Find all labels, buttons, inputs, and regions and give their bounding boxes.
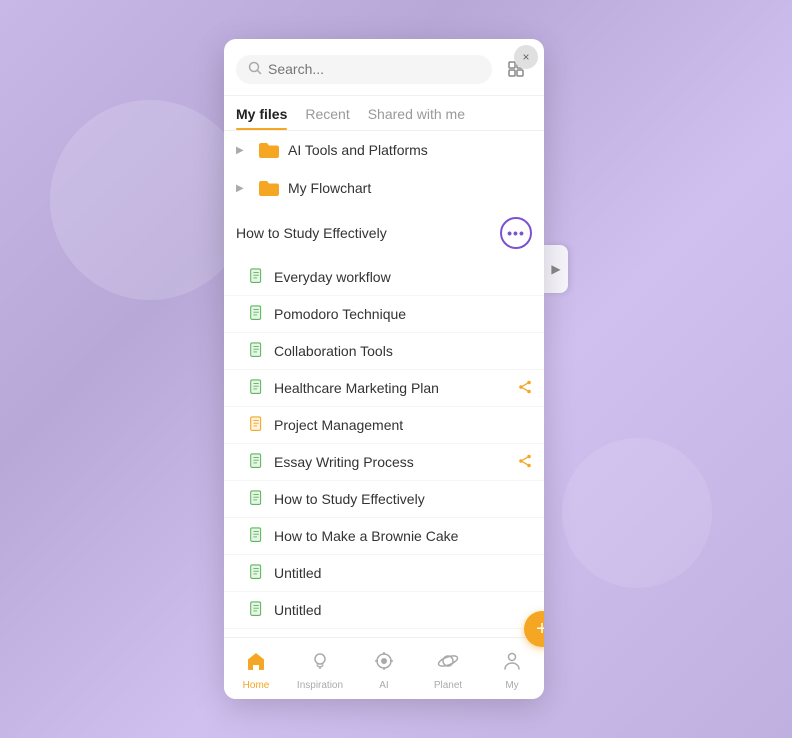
share-icon-6 <box>518 454 532 471</box>
file-item-4[interactable]: Healthcare Marketing Plan <box>224 370 544 407</box>
folder-item-my-flowchart[interactable]: ▶ My Flowchart <box>224 169 544 207</box>
file-item-10[interactable]: Untitled <box>224 592 544 629</box>
folder-name-my-flowchart: My Flowchart <box>288 180 532 196</box>
file-icon-9 <box>248 564 266 582</box>
nav-label-my: My <box>505 680 518 691</box>
chevron-right-side-icon: ▶ <box>551 262 560 276</box>
file-icon <box>248 268 266 286</box>
panel-wrapper: × <box>224 39 568 699</box>
nav-label-inspiration: Inspiration <box>297 680 343 691</box>
file-name-5: Project Management <box>274 417 532 433</box>
close-button[interactable]: × <box>514 45 538 69</box>
tabs-bar: My files Recent Shared with me <box>224 96 544 131</box>
file-name-8: How to Make a Brownie Cake <box>274 528 532 544</box>
file-icon-10 <box>248 601 266 619</box>
file-item-6[interactable]: Essay Writing Process <box>224 444 544 481</box>
close-icon: × <box>522 50 529 64</box>
file-name-7: How to Study Effectively <box>274 491 532 507</box>
bottom-nav: Home Inspiration <box>224 637 544 699</box>
inspiration-icon <box>309 650 331 678</box>
nav-item-home[interactable]: Home <box>224 646 288 695</box>
file-icon-4 <box>248 379 266 397</box>
file-item-7[interactable]: How to Study Effectively <box>224 481 544 518</box>
nav-label-planet: Planet <box>434 680 462 691</box>
folder-item-ai-tools[interactable]: ▶ AI Tools and Platforms <box>224 131 544 169</box>
section-header-study[interactable]: How to Study Effectively ••• <box>224 207 544 259</box>
nav-label-home: Home <box>243 680 270 691</box>
file-item-2[interactable]: Pomodoro Technique <box>224 296 544 333</box>
plus-icon: + <box>536 618 544 641</box>
search-bar <box>224 39 544 96</box>
file-icon-7 <box>248 490 266 508</box>
file-name-9: Untitled <box>274 565 532 581</box>
file-item-8[interactable]: How to Make a Brownie Cake <box>224 518 544 555</box>
file-name-3: Collaboration Tools <box>274 343 532 359</box>
file-icon-3 <box>248 342 266 360</box>
nav-item-inspiration[interactable]: Inspiration <box>288 646 352 695</box>
collapse-arrow[interactable]: ▶ <box>544 245 568 293</box>
tab-my-files[interactable]: My files <box>236 96 287 130</box>
home-icon <box>245 650 267 678</box>
file-item-9[interactable]: Untitled <box>224 555 544 592</box>
nav-item-my[interactable]: My <box>480 646 544 695</box>
folder-icon-my-flowchart <box>258 179 280 197</box>
nav-label-ai: AI <box>379 680 388 691</box>
planet-icon <box>437 650 459 678</box>
ellipsis-icon: ••• <box>507 225 525 241</box>
file-icon-6 <box>248 453 266 471</box>
more-options-button[interactable]: ••• <box>500 217 532 249</box>
file-name-10: Untitled <box>274 602 532 618</box>
search-input[interactable] <box>268 61 480 77</box>
search-icon <box>248 61 262 78</box>
chevron-right-icon-2: ▶ <box>236 183 250 194</box>
file-picker-modal: × <box>224 39 544 699</box>
my-icon <box>501 650 523 678</box>
section-header-text: How to Study Effectively <box>236 225 492 241</box>
tab-shared-with-me[interactable]: Shared with me <box>368 96 465 130</box>
share-icon-4 <box>518 380 532 397</box>
search-input-wrapper <box>236 55 492 84</box>
chevron-right-icon: ▶ <box>236 145 250 156</box>
file-icon-2 <box>248 305 266 323</box>
file-name-2: Pomodoro Technique <box>274 306 532 322</box>
tab-recent[interactable]: Recent <box>305 96 349 130</box>
folder-name-ai-tools: AI Tools and Platforms <box>288 142 532 158</box>
file-name-1: Everyday workflow <box>274 269 532 285</box>
file-name-6: Essay Writing Process <box>274 454 506 470</box>
file-list: ▶ AI Tools and Platforms ▶ My Flowchart … <box>224 131 544 637</box>
file-name-4: Healthcare Marketing Plan <box>274 380 506 396</box>
nav-item-planet[interactable]: Planet <box>416 646 480 695</box>
ai-icon <box>373 650 395 678</box>
file-icon-5 <box>248 416 266 434</box>
folder-icon-ai-tools <box>258 141 280 159</box>
file-item-1[interactable]: Everyday workflow <box>224 259 544 296</box>
file-item-5[interactable]: Project Management <box>224 407 544 444</box>
nav-item-ai[interactable]: AI <box>352 646 416 695</box>
file-item-3[interactable]: Collaboration Tools <box>224 333 544 370</box>
file-icon-8 <box>248 527 266 545</box>
